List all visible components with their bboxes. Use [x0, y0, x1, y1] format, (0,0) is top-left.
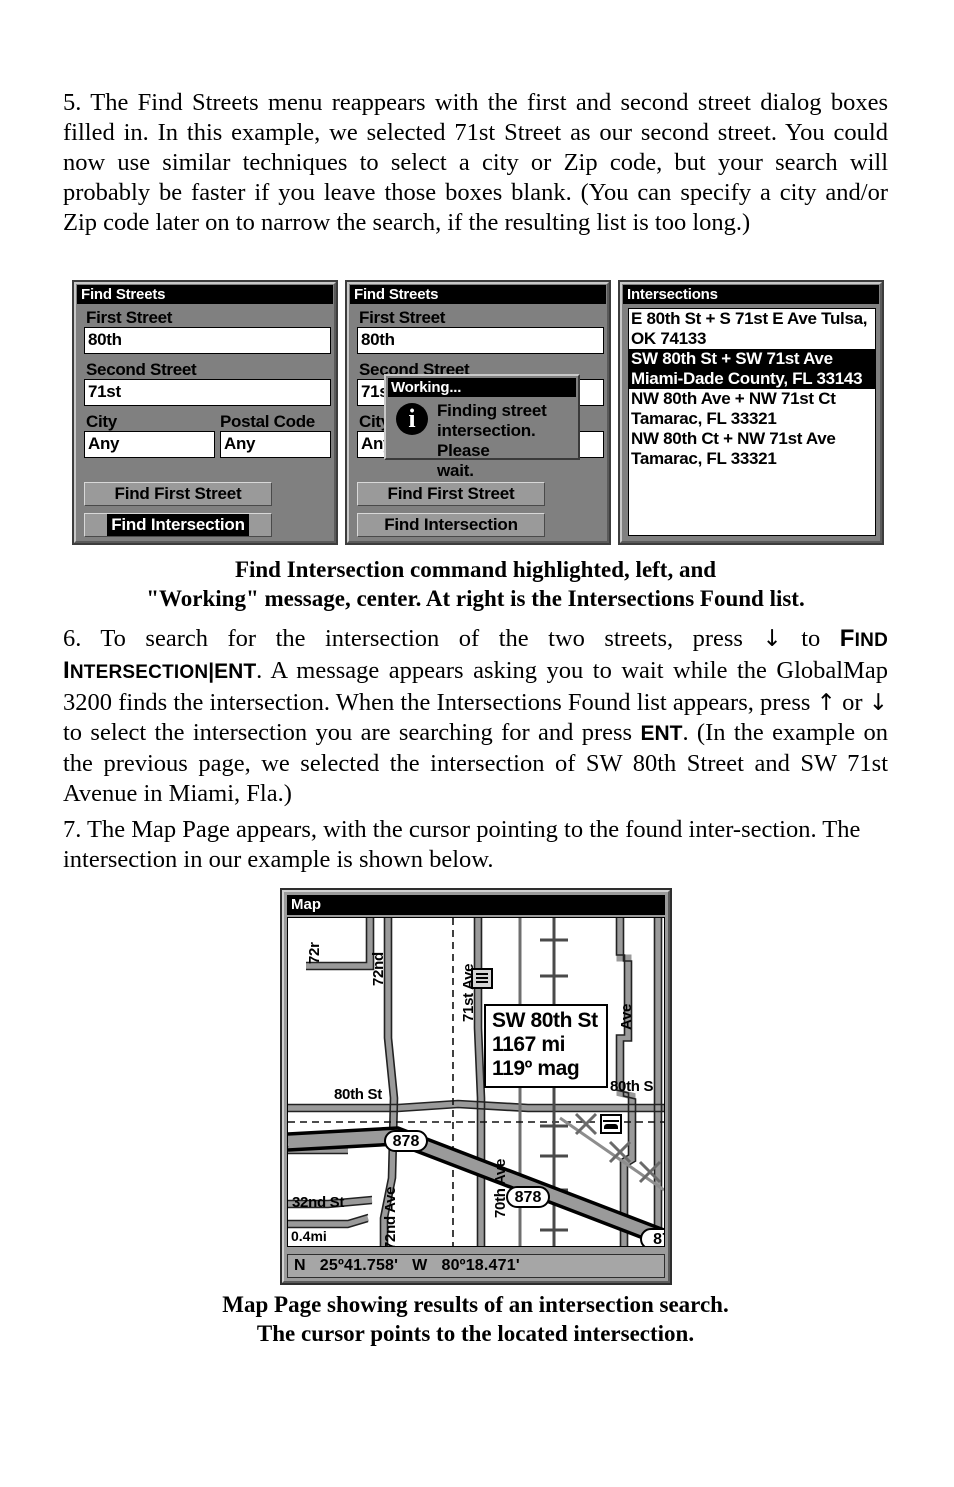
label-first-street: First Street	[86, 308, 173, 327]
list-item-line1: NW 80th Ct + NW 71st Ave	[631, 429, 836, 448]
button-find-intersection-label: Find Intersection	[107, 514, 249, 536]
list-item-line2: OK 74133	[631, 329, 707, 348]
working-dialog-message: Finding street intersection. Please wait…	[437, 401, 547, 480]
titlebar-find-streets: Find Streets	[77, 285, 333, 304]
down-arrow-icon-2: ↓	[868, 690, 889, 716]
input-postal-code[interactable]: Any	[220, 431, 331, 458]
list-item-line2: Miami-Dade County, FL 33143	[631, 369, 863, 388]
down-arrow-icon: ↓	[762, 626, 782, 652]
screenshot-find-streets-left: Find Streets First Street 80th Second St…	[72, 280, 338, 545]
list-item-selected[interactable]: SW 80th St + SW 71st Ave Miami-Dade Count…	[629, 349, 875, 389]
list-item-line1: E 80th St + S 71st E Ave Tulsa,	[631, 309, 868, 328]
key-intersection-rest: NTERSECTION	[69, 662, 209, 683]
street-label-right-ave: Ave	[618, 1003, 635, 1030]
list-item-line2: Tamarac, FL 33321	[631, 409, 777, 428]
label-postal-code: Postal Code	[220, 412, 315, 431]
longitude-hemisphere: W	[412, 1257, 428, 1274]
screenshot-find-streets-working: Find Streets First Street 80th Second St…	[345, 280, 611, 545]
highway-shield-878-a: 878	[384, 1130, 428, 1152]
latitude-value: 25º41.758'	[319, 1257, 399, 1274]
key-find-cap: F	[839, 625, 855, 652]
list-item-line1: NW 80th Ave + NW 71st Ct	[631, 389, 836, 408]
street-label-72nd-ave: 72nd Ave	[382, 1186, 399, 1247]
input-second-street[interactable]: 71st	[84, 379, 331, 406]
button-find-intersection-label: Find Intersection	[384, 515, 518, 534]
titlebar-intersections: Intersections	[623, 285, 879, 304]
map-scale-label: 0.4mi	[291, 1228, 327, 1244]
map-canvas[interactable]: 72r 72nd 71st Ave Ave 80th St 80th S 70t…	[287, 917, 665, 1247]
list-item-line2: Tamarac, FL 33321	[631, 449, 777, 468]
paragraph-6: 6. To search for the intersection of the…	[63, 624, 888, 809]
map-cursor-icon[interactable]	[471, 968, 493, 989]
manual-page: 5. The Find Streets menu reappears with …	[0, 0, 954, 1487]
list-item[interactable]: NW 80th Ave + NW 71st Ct Tamarac, FL 3332…	[629, 389, 875, 429]
button-find-first-street-label: Find First Street	[114, 484, 242, 503]
key-intersection-cap: I	[63, 657, 70, 684]
key-intersection: INTERSECTION	[63, 657, 209, 684]
working-dialog: Working... i Finding street intersection…	[384, 374, 580, 480]
figure-2-caption-line2: The cursor points to the located interse…	[256, 1321, 695, 1346]
poi-icon[interactable]	[600, 1114, 622, 1134]
list-item-line1: SW 80th St + SW 71st Ave	[631, 349, 833, 368]
figure-1-caption: Find Intersection command highlighted, l…	[63, 555, 888, 613]
paragraph-5: 5. The Find Streets menu reappears with …	[63, 89, 888, 236]
label-second-street: Second Street	[86, 360, 197, 379]
map-status-bar: N 25º41.758' W 80º18.471'	[287, 1254, 665, 1278]
p6-text-d: or	[835, 689, 869, 716]
intersections-list[interactable]: E 80th St + S 71st E Ave Tulsa, OK 74133 …	[628, 308, 876, 536]
longitude-value: 80º18.471'	[441, 1257, 520, 1274]
street-label-82nd-st: 32nd St	[292, 1194, 345, 1211]
key-find: FIND	[840, 625, 888, 652]
latitude-hemisphere: N	[294, 1257, 306, 1274]
label-city: City	[86, 412, 117, 431]
button-find-intersection[interactable]: Find Intersection	[84, 513, 272, 537]
street-label-70th-ave: 70th Ave	[492, 1158, 509, 1218]
figure-1-caption-line2: "Working" message, center. At right is t…	[146, 586, 805, 611]
highway-shield-878-b: 878	[506, 1186, 550, 1208]
key-find-rest: IND	[854, 630, 888, 651]
highway-shield-87: 87	[640, 1228, 664, 1246]
paragraph-7: 7. The Map Page appears, with the cursor…	[63, 816, 861, 873]
input-city[interactable]: Any	[84, 431, 215, 458]
button-find-first-street[interactable]: Find First Street	[84, 482, 272, 506]
input-first-street[interactable]: 80th	[357, 327, 604, 354]
p6-text-b: to	[781, 625, 840, 652]
key-ent-2: ENT	[640, 722, 683, 745]
list-item[interactable]: NW 80th Ct + NW 71st Ave Tamarac, FL 3332…	[629, 429, 875, 469]
map-info-popup: SW 80th St 1167 mi 119º mag	[484, 1004, 608, 1088]
up-arrow-icon: ↑	[816, 690, 836, 716]
button-find-first-street-label: Find First Street	[387, 484, 515, 503]
screenshot-map-page: Map 72r 72nd 71st Ave Ave 80th St 80th S…	[280, 888, 672, 1285]
street-label-72nd: 72nd	[370, 952, 387, 986]
street-label-80th-st-right: 80th S	[610, 1078, 654, 1095]
street-label-72r: 72r	[306, 942, 323, 964]
titlebar-find-streets: Find Streets	[350, 285, 606, 304]
key-ent: ENT	[214, 660, 257, 683]
list-item[interactable]: E 80th St + S 71st E Ave Tulsa, OK 74133	[629, 309, 875, 349]
button-find-first-street[interactable]: Find First Street	[357, 482, 545, 506]
button-find-intersection[interactable]: Find Intersection	[357, 513, 545, 537]
screenshot-intersections: Intersections E 80th St + S 71st E Ave T…	[618, 280, 884, 545]
input-first-street[interactable]: 80th	[84, 327, 331, 354]
figure-2-caption-line1: Map Page showing results of an intersect…	[222, 1292, 729, 1317]
titlebar-map: Map	[287, 895, 665, 915]
label-first-street: First Street	[359, 308, 446, 327]
figure-1-caption-line1: Find Intersection command highlighted, l…	[234, 557, 717, 582]
p6-text-e: to select the intersection you are searc…	[63, 719, 641, 746]
street-label-80th-st-left: 80th St	[334, 1086, 382, 1103]
p6-text-a: 6. To search for the intersection of the…	[63, 625, 763, 652]
figure-2-caption: Map Page showing results of an intersect…	[63, 1290, 888, 1348]
working-dialog-title: Working...	[388, 378, 576, 397]
info-icon: i	[396, 403, 428, 435]
